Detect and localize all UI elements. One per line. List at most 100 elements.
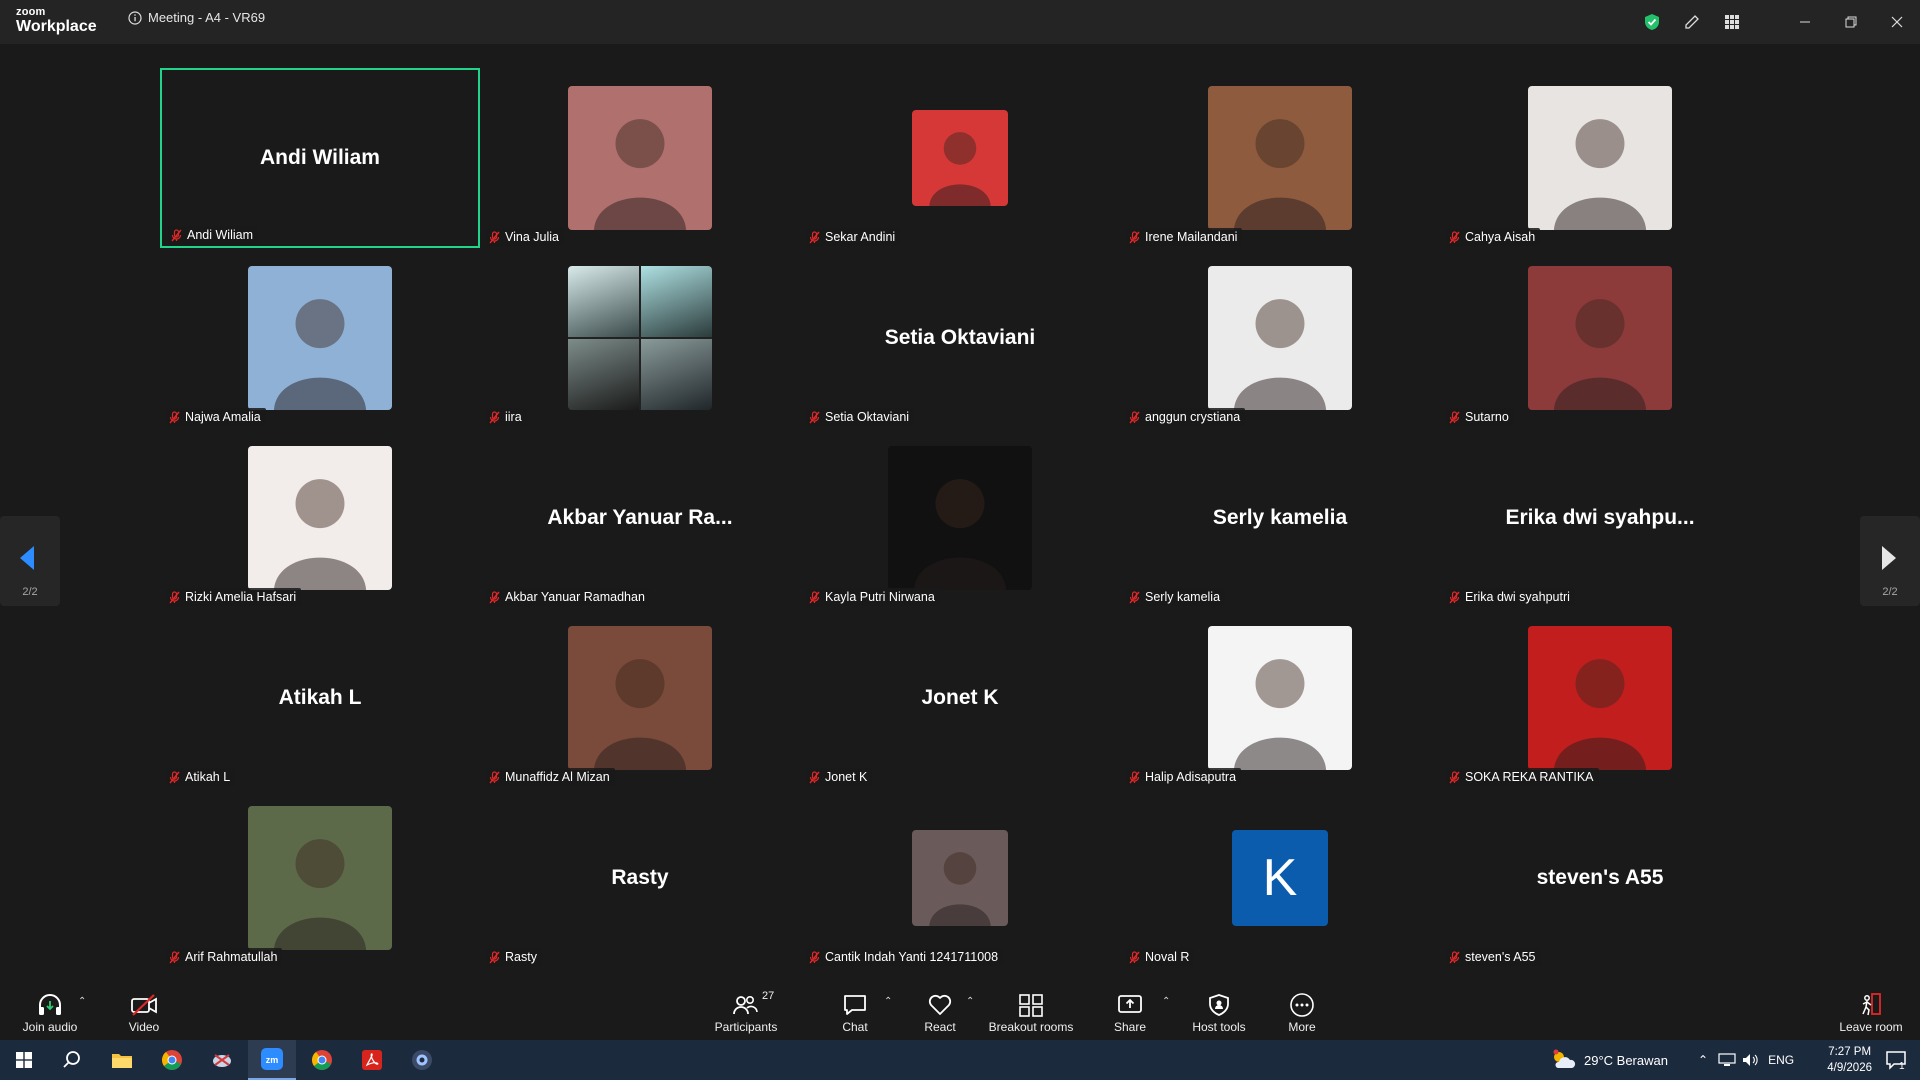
- participant-tile[interactable]: Irene Mailandani: [1120, 68, 1440, 248]
- participant-tile[interactable]: Akbar Yanuar Ra... Akbar Yanuar Ramadhan: [480, 428, 800, 608]
- participant-tile[interactable]: Sekar Andini: [800, 68, 1120, 248]
- participant-name: Akbar Yanuar Ramadhan: [505, 590, 645, 604]
- participant-tile[interactable]: Kayla Putri Nirwana: [800, 428, 1120, 608]
- zoom-logo: zoom Workplace: [16, 7, 97, 35]
- muted-mic-icon: [171, 228, 182, 241]
- breakout-rooms-button[interactable]: Breakout rooms: [988, 980, 1074, 1040]
- restore-button[interactable]: [1828, 0, 1874, 44]
- muted-mic-icon: [1129, 590, 1140, 603]
- close-button[interactable]: [1874, 0, 1920, 44]
- windows-start-button[interactable]: [0, 1040, 48, 1080]
- participant-name: Rasty: [505, 950, 537, 964]
- chrome-profile-taskbar[interactable]: [298, 1040, 346, 1080]
- leave-room-button[interactable]: Leave room: [1838, 980, 1904, 1040]
- language-indicator[interactable]: ENG: [1768, 1053, 1794, 1067]
- weather-widget[interactable]: 29°C Berawan: [1550, 1040, 1668, 1080]
- acrobat-taskbar[interactable]: [348, 1040, 396, 1080]
- participant-name: Erika dwi syahputri: [1465, 590, 1570, 604]
- snipping-tool-taskbar[interactable]: [198, 1040, 246, 1080]
- participant-name-tag: Cantik Indah Yanti 1241711008: [806, 948, 1004, 966]
- participant-tile[interactable]: steven's A55 steven's A55: [1440, 788, 1760, 968]
- participant-tile[interactable]: Arif Rahmatullah: [160, 788, 480, 968]
- security-shield-icon[interactable]: [1632, 0, 1672, 44]
- participant-tile[interactable]: Halip Adisaputra: [1120, 608, 1440, 788]
- participant-tile[interactable]: Rasty Rasty: [480, 788, 800, 968]
- triangle-right-icon: [1882, 546, 1896, 570]
- taskbar-clock[interactable]: 7:27 PM 4/9/2026: [1827, 1044, 1872, 1076]
- volume-icon: [1743, 1054, 1758, 1066]
- muted-mic-icon: [489, 590, 500, 603]
- notification-center-button[interactable]: 1: [1872, 1040, 1920, 1080]
- participants-count: 27: [762, 990, 775, 1002]
- participant-profile-photo: [912, 110, 1008, 206]
- participant-tile[interactable]: Setia Oktaviani Setia Oktaviani: [800, 248, 1120, 428]
- windows-logo-icon: [16, 1052, 32, 1068]
- annotate-pen-icon[interactable]: [1672, 0, 1712, 44]
- participant-tile[interactable]: Vina Julia: [480, 68, 800, 248]
- chat-bubble-icon: [844, 995, 866, 1015]
- system-tray[interactable]: ⌃ ENG: [1698, 1040, 1794, 1080]
- participant-tile[interactable]: Erika dwi syahpu... Erika dwi syahputri: [1440, 428, 1760, 608]
- share-button[interactable]: Share: [1110, 980, 1150, 1040]
- person-silhouette-icon: [913, 479, 1007, 590]
- camera-icon: [412, 1050, 432, 1070]
- meeting-toolbar: Join audio ⌃ Video 27 Participants Chat …: [0, 980, 1920, 1040]
- participant-display-name: Akbar Yanuar Ra...: [547, 506, 733, 529]
- muted-mic-icon: [1449, 950, 1460, 963]
- video-off-icon: [131, 994, 157, 1016]
- participant-letter-avatar: K: [1232, 830, 1328, 926]
- react-options-caret[interactable]: ⌃: [966, 996, 974, 1007]
- chrome-taskbar[interactable]: [148, 1040, 196, 1080]
- participant-name: iira: [505, 410, 522, 424]
- video-button[interactable]: Video: [116, 980, 172, 1040]
- participant-tile[interactable]: Andi Wiliam Andi Wiliam: [160, 68, 480, 248]
- participant-name-tag: Rizki Amelia Hafsari: [166, 588, 302, 606]
- file-explorer-taskbar[interactable]: [98, 1040, 146, 1080]
- participant-tile[interactable]: K Noval R: [1120, 788, 1440, 968]
- clock-date: 4/9/2026: [1827, 1062, 1872, 1074]
- camera-app-taskbar[interactable]: [398, 1040, 446, 1080]
- participant-tile[interactable]: Cahya Aisah: [1440, 68, 1760, 248]
- search-button[interactable]: [48, 1040, 96, 1080]
- previous-page-button[interactable]: 2/2: [0, 516, 60, 606]
- react-label: React: [924, 1020, 956, 1034]
- search-icon: [63, 1051, 80, 1068]
- participant-tile[interactable]: Sutarno: [1440, 248, 1760, 428]
- participant-tile[interactable]: Cantik Indah Yanti 1241711008: [800, 788, 1120, 968]
- minimize-button[interactable]: [1782, 0, 1828, 44]
- join-audio-button[interactable]: Join audio: [18, 980, 82, 1040]
- next-page-button[interactable]: 2/2: [1860, 516, 1920, 606]
- person-silhouette-icon: [1233, 299, 1327, 410]
- zoom-taskbar[interactable]: zm: [248, 1040, 296, 1080]
- participant-name: Halip Adisaputra: [1145, 770, 1237, 784]
- clock-time: 7:27 PM: [1828, 1046, 1872, 1058]
- share-options-caret[interactable]: ⌃: [1162, 996, 1170, 1007]
- person-silhouette-icon: [273, 839, 367, 950]
- more-button[interactable]: More: [1282, 980, 1322, 1040]
- person-silhouette-icon: [593, 659, 687, 770]
- participant-name: steven's A55: [1465, 950, 1536, 964]
- react-button[interactable]: React: [915, 980, 965, 1040]
- participant-tile[interactable]: SOKA REKA RANTIKA: [1440, 608, 1760, 788]
- meeting-info[interactable]: Meeting - A4 - VR69: [128, 10, 265, 25]
- participants-button[interactable]: 27 Participants: [706, 980, 786, 1040]
- tray-expand-chevron-icon[interactable]: ⌃: [1698, 1053, 1708, 1067]
- participant-display-name: steven's A55: [1536, 866, 1664, 889]
- participant-tile[interactable]: Najwa Amalia: [160, 248, 480, 428]
- chat-button[interactable]: Chat: [830, 980, 880, 1040]
- audio-options-caret[interactable]: ⌃: [78, 996, 86, 1007]
- chat-options-caret[interactable]: ⌃: [884, 996, 892, 1007]
- host-tools-button[interactable]: Host tools: [1186, 980, 1252, 1040]
- participant-tile[interactable]: Atikah L Atikah L: [160, 608, 480, 788]
- snipping-icon: [213, 1054, 231, 1067]
- participant-tile[interactable]: anggun crystiana: [1120, 248, 1440, 428]
- participant-tile[interactable]: Rizki Amelia Hafsari: [160, 428, 480, 608]
- participant-tile[interactable]: iira: [480, 248, 800, 428]
- participant-tile[interactable]: Jonet K Jonet K: [800, 608, 1120, 788]
- apps-grid-icon[interactable]: [1712, 0, 1752, 44]
- muted-mic-icon: [169, 770, 180, 783]
- participant-profile-photo: [1208, 266, 1352, 410]
- participant-profile-photo: [568, 266, 712, 410]
- participant-tile[interactable]: Munaffidz Al Mizan: [480, 608, 800, 788]
- participant-tile[interactable]: Serly kamelia Serly kamelia: [1120, 428, 1440, 608]
